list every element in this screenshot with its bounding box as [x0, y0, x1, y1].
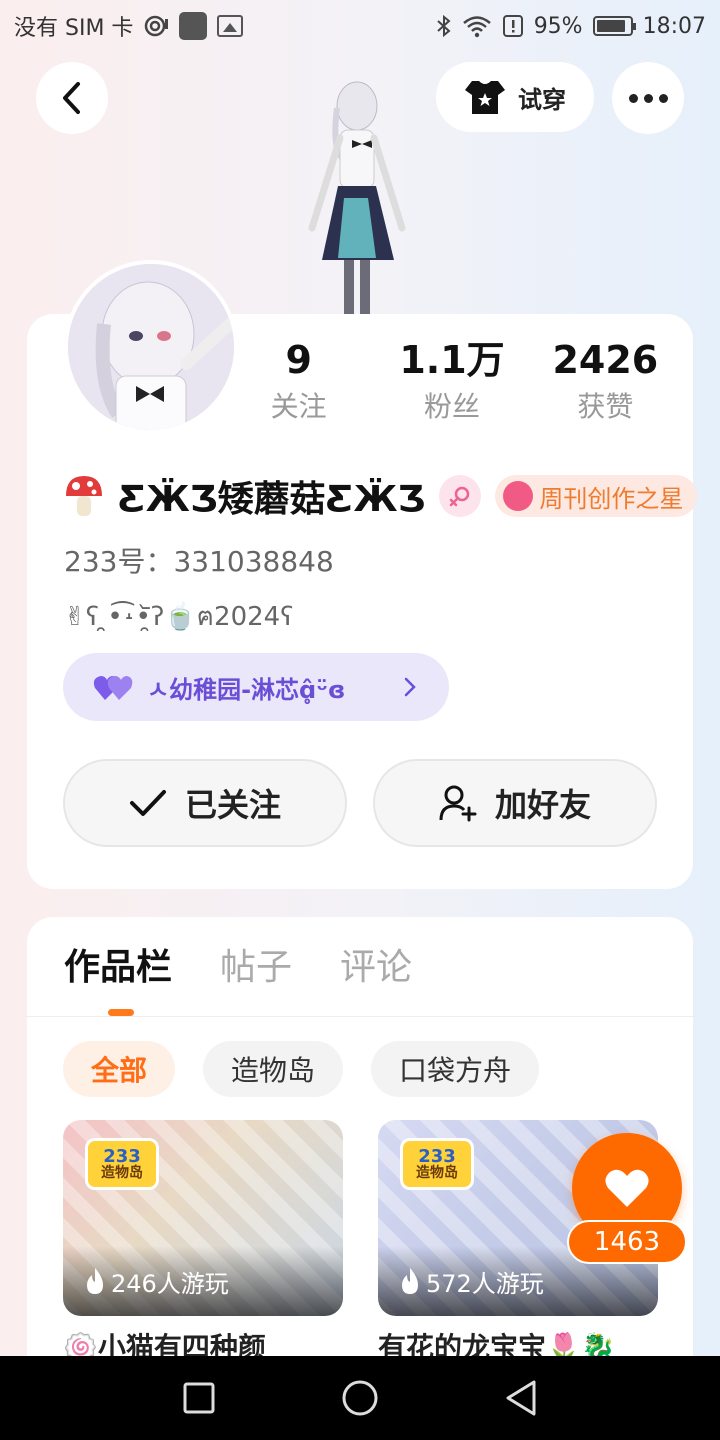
- try-on-label: 试穿: [518, 85, 566, 114]
- avatar[interactable]: [64, 260, 238, 434]
- flame-icon: [402, 1268, 418, 1294]
- more-dot-icon: [628, 93, 638, 103]
- female-gender-icon: [439, 475, 482, 517]
- stat-fans-value: 1.1万: [399, 338, 505, 382]
- recent-apps-icon[interactable]: [182, 1381, 216, 1415]
- stat-likes-value: 2426: [552, 338, 659, 382]
- gallery-notification-icon: [217, 15, 244, 37]
- hotspot-icon: [145, 15, 169, 37]
- game-logo-text: 造物岛: [416, 1165, 458, 1181]
- family-group-link[interactable]: ㅅ幼稚园-淋芯ɑ̥̂ᵕ̈ɞ: [63, 653, 449, 721]
- name-row: ƸӜƷ矮蘑菇ƸӜƷ 周刊创作之星: [64, 470, 698, 522]
- app-notification-icon: [179, 12, 208, 40]
- active-tab-indicator: [108, 1009, 134, 1016]
- weekly-creator-star-label: 周刊创作之星: [539, 484, 684, 513]
- creator-star-icon: [503, 481, 534, 511]
- more-dot-icon: [643, 93, 653, 103]
- stat-likes-label: 获赞: [577, 390, 634, 423]
- followed-button[interactable]: 已关注: [63, 759, 347, 847]
- filter-chips: 全部 造物岛 口袋方舟: [63, 1041, 540, 1097]
- filter-all[interactable]: 全部: [63, 1041, 176, 1097]
- double-heart-icon: [93, 676, 133, 700]
- tab-comments[interactable]: 评论: [340, 940, 412, 996]
- family-group-name: ㅅ幼稚园-淋芯ɑ̥̂ᵕ̈ɞ: [147, 675, 346, 704]
- user-bio: ✌ʕ ̯•͡˔•̯᷅ʔ🍵ฅ2024ʕ: [64, 602, 294, 632]
- add-friend-label: 加好友: [494, 786, 591, 824]
- status-bar: 没有 SIM 卡 95% 18:07: [0, 0, 720, 52]
- try-on-button[interactable]: 试穿: [436, 62, 594, 132]
- weekly-creator-star-badge[interactable]: 周刊创作之星: [495, 475, 698, 517]
- chevron-left-icon: [63, 82, 80, 114]
- flame-icon: [87, 1268, 103, 1294]
- stat-fans-label: 粉丝: [423, 390, 480, 423]
- stat-likes[interactable]: 2426 获赞: [529, 334, 682, 428]
- battery-percent: 95%: [533, 13, 583, 39]
- game-card[interactable]: 233 造物岛 246人游玩: [63, 1120, 343, 1316]
- more-options-button[interactable]: [612, 62, 684, 134]
- stat-following-label: 关注: [270, 390, 327, 423]
- tshirt-icon: [465, 81, 505, 114]
- clock: 18:07: [642, 13, 706, 39]
- more-dot-icon: [658, 93, 668, 103]
- back-button[interactable]: [36, 62, 108, 134]
- bluetooth-icon: [437, 14, 451, 38]
- game-title[interactable]: 有花的龙宝宝🌷🐉: [378, 1326, 668, 1356]
- avatar-3d-character[interactable]: [282, 78, 432, 318]
- stat-fans[interactable]: 1.1万 粉丝: [375, 334, 528, 428]
- battery-icon: [592, 16, 636, 36]
- play-count: 246人游玩: [63, 1246, 343, 1316]
- battery-alert-icon: [502, 15, 523, 37]
- tab-posts[interactable]: 帖子: [220, 940, 292, 996]
- username: ƸӜƷ矮蘑菇ƸӜƷ: [118, 479, 426, 520]
- heart-icon: [605, 1169, 649, 1207]
- check-icon: [129, 790, 166, 816]
- game-logo-number: 233: [103, 1146, 141, 1167]
- home-icon[interactable]: [341, 1379, 379, 1417]
- carrier-text: 没有 SIM 卡: [14, 16, 134, 41]
- tab-divider: [27, 1016, 693, 1017]
- tab-works[interactable]: 作品栏: [64, 940, 172, 996]
- game-title[interactable]: 🍥小猫有四种颜: [63, 1326, 353, 1356]
- back-nav-icon[interactable]: [504, 1379, 538, 1417]
- content-tabs: 作品栏 帖子 评论: [64, 940, 412, 996]
- stat-following-value: 9: [285, 338, 312, 382]
- stat-following[interactable]: 9 关注: [222, 334, 375, 428]
- game-platform-logo: 233 造物岛: [400, 1138, 474, 1190]
- add-user-icon: [439, 785, 477, 822]
- play-count-text: 246人游玩: [111, 1269, 229, 1298]
- game-logo-number: 233: [418, 1146, 456, 1167]
- add-friend-button[interactable]: 加好友: [373, 759, 657, 847]
- user-id: 233号：331038848: [64, 545, 334, 578]
- profile-stats: 9 关注 1.1万 粉丝 2426 获赞: [222, 334, 682, 428]
- like-count: 1463: [567, 1220, 687, 1264]
- wifi-icon: [462, 16, 491, 38]
- filter-creation-island[interactable]: 造物岛: [203, 1041, 344, 1097]
- mushroom-icon: [64, 474, 104, 518]
- game-platform-logo: 233 造物岛: [85, 1138, 159, 1190]
- followed-label: 已关注: [184, 786, 281, 824]
- filter-pocket-ark[interactable]: 口袋方舟: [371, 1041, 540, 1097]
- system-nav-bar: [0, 1356, 720, 1440]
- game-logo-text: 造物岛: [101, 1165, 143, 1181]
- play-count-text: 572人游玩: [426, 1269, 544, 1298]
- chevron-right-icon: [404, 677, 416, 697]
